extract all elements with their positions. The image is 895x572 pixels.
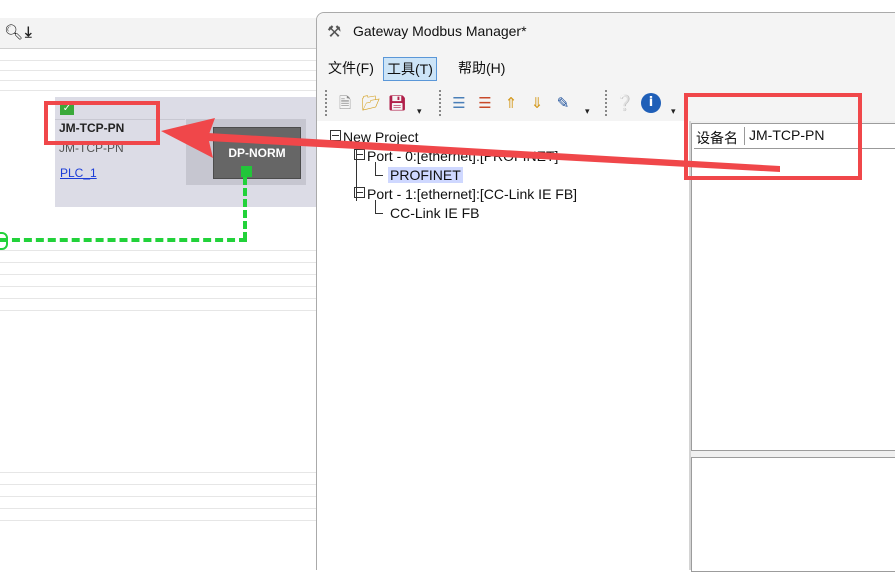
tree-item-cclink[interactable]: CC-Link IE FB bbox=[390, 205, 479, 221]
tree-item-port0[interactable]: Port - 0:[ethernet]:[PROFINET] bbox=[354, 148, 558, 164]
tree-item-label: PROFINET bbox=[388, 167, 463, 183]
tree-item-label: Port - 0:[ethernet]:[PROFINET] bbox=[367, 148, 559, 164]
overflow-icon[interactable]: ▾ bbox=[417, 107, 422, 117]
open-folder-icon[interactable]: 📂︎ bbox=[361, 93, 381, 113]
grid-line bbox=[0, 90, 320, 91]
grid-line bbox=[0, 298, 320, 299]
collapse-icon[interactable] bbox=[330, 130, 341, 141]
tree-connector bbox=[375, 213, 383, 214]
new-file-icon[interactable]: 🗎︎ bbox=[335, 93, 355, 113]
grid-line bbox=[0, 484, 320, 485]
zoom-in-icon[interactable]: 🔍︎ bbox=[4, 23, 23, 41]
grip-handle[interactable] bbox=[325, 90, 329, 116]
grid-line bbox=[0, 496, 320, 497]
device-subtitle: JM-TCP-PN bbox=[59, 141, 124, 155]
property-grid: 设备名 JM-TCP-PN bbox=[691, 123, 895, 451]
module-label: DP-NORM bbox=[228, 146, 286, 160]
device-link[interactable]: PLC_1 bbox=[60, 166, 97, 180]
grid-line bbox=[0, 520, 320, 521]
collapse-icon[interactable] bbox=[354, 187, 365, 198]
download-icon[interactable]: ⤓ bbox=[25, 23, 32, 41]
help-doc-icon[interactable]: ❔ bbox=[615, 93, 635, 113]
grip-handle[interactable] bbox=[439, 90, 443, 116]
bus-line bbox=[0, 238, 247, 242]
save-icon[interactable]: 💾︎ bbox=[387, 93, 407, 113]
network-view-toolbar: 🔍︎ ⤓ bbox=[0, 18, 320, 49]
toolbar-group-help: ❔ i ▾ bbox=[605, 87, 683, 119]
status-ok-icon: ✓ bbox=[60, 103, 74, 115]
bus-line bbox=[243, 177, 247, 240]
grid-line bbox=[0, 310, 320, 311]
grid-line bbox=[0, 274, 320, 275]
grid-line bbox=[0, 472, 320, 473]
menu-bar: 文件(F) 工具(T) 帮助(H) bbox=[317, 49, 895, 85]
bus-connector bbox=[0, 232, 8, 250]
tree-item-port1[interactable]: Port - 1:[ethernet]:[CC-Link IE FB] bbox=[354, 186, 577, 202]
grid-line bbox=[0, 80, 320, 81]
network-view: 🔍︎ ⤓ ✓ JM-TCP-PN JM-TCP-PN PLC_1 DP-NORM bbox=[0, 0, 320, 569]
move-up-icon[interactable]: ⇑ bbox=[501, 93, 521, 113]
description-pane bbox=[691, 457, 895, 572]
grid-line bbox=[0, 262, 320, 263]
window-body: New Project Port - 0:[ethernet]:[PROFINE… bbox=[317, 121, 895, 572]
grid-line bbox=[0, 60, 320, 61]
tree-item-profinet[interactable]: PROFINET bbox=[388, 167, 463, 183]
overflow-icon[interactable]: ▾ bbox=[671, 107, 676, 117]
tree-item-root[interactable]: New Project bbox=[330, 129, 418, 145]
tree-item-label: New Project bbox=[343, 129, 419, 145]
collapse-icon[interactable] bbox=[354, 149, 365, 160]
toolbar: 🗎︎ 📂︎ 💾︎ ▾ ☰ ☰ ⇑ ⇓ ✎ ▾ ❔ i ▾ bbox=[317, 85, 895, 121]
toolbar-group-tree: ☰ ☰ ⇑ ⇓ ✎ ▾ bbox=[439, 87, 599, 119]
property-row[interactable]: 设备名 JM-TCP-PN bbox=[694, 126, 895, 149]
property-label: 设备名 bbox=[696, 130, 738, 146]
grid-line bbox=[0, 508, 320, 509]
gateway-window: ⚒ Gateway Modbus Manager* 文件(F) 工具(T) 帮助… bbox=[316, 12, 895, 572]
property-value-field[interactable]: JM-TCP-PN bbox=[744, 127, 895, 145]
menu-file[interactable]: 文件(F) bbox=[325, 57, 377, 79]
overflow-icon[interactable]: ▾ bbox=[585, 107, 590, 117]
divider bbox=[55, 119, 185, 120]
grid-line bbox=[0, 70, 320, 71]
app-tools-icon: ⚒ bbox=[327, 22, 342, 41]
tree-item-label: CC-Link IE FB bbox=[390, 205, 480, 221]
menu-tools[interactable]: 工具(T) bbox=[383, 57, 437, 81]
toolbar-group-file: 🗎︎ 📂︎ 💾︎ ▾ bbox=[325, 87, 431, 119]
window-title: Gateway Modbus Manager* bbox=[353, 23, 527, 39]
dp-norm-module[interactable]: DP-NORM bbox=[213, 127, 301, 179]
tree-remove-icon[interactable]: ☰ bbox=[475, 93, 495, 113]
property-panel: 设备名 JM-TCP-PN bbox=[691, 121, 895, 572]
tree-add-icon[interactable]: ☰ bbox=[449, 93, 469, 113]
grid-line bbox=[0, 286, 320, 287]
project-tree: New Project Port - 0:[ethernet]:[PROFINE… bbox=[325, 125, 685, 565]
profibus-port-icon[interactable] bbox=[241, 166, 252, 177]
title-bar: ⚒ Gateway Modbus Manager* bbox=[317, 13, 895, 49]
grid-line bbox=[0, 250, 320, 251]
device-title: JM-TCP-PN bbox=[59, 121, 125, 135]
edit-icon[interactable]: ✎ bbox=[553, 93, 573, 113]
tree-item-label: Port - 1:[ethernet]:[CC-Link IE FB] bbox=[367, 186, 578, 202]
info-icon[interactable]: i bbox=[641, 93, 661, 113]
device-card[interactable]: ✓ JM-TCP-PN JM-TCP-PN PLC_1 DP-NORM bbox=[55, 97, 320, 207]
tree-connector bbox=[375, 175, 383, 176]
move-down-icon[interactable]: ⇓ bbox=[527, 93, 547, 113]
grip-handle[interactable] bbox=[605, 90, 609, 116]
menu-help[interactable]: 帮助(H) bbox=[455, 57, 508, 79]
